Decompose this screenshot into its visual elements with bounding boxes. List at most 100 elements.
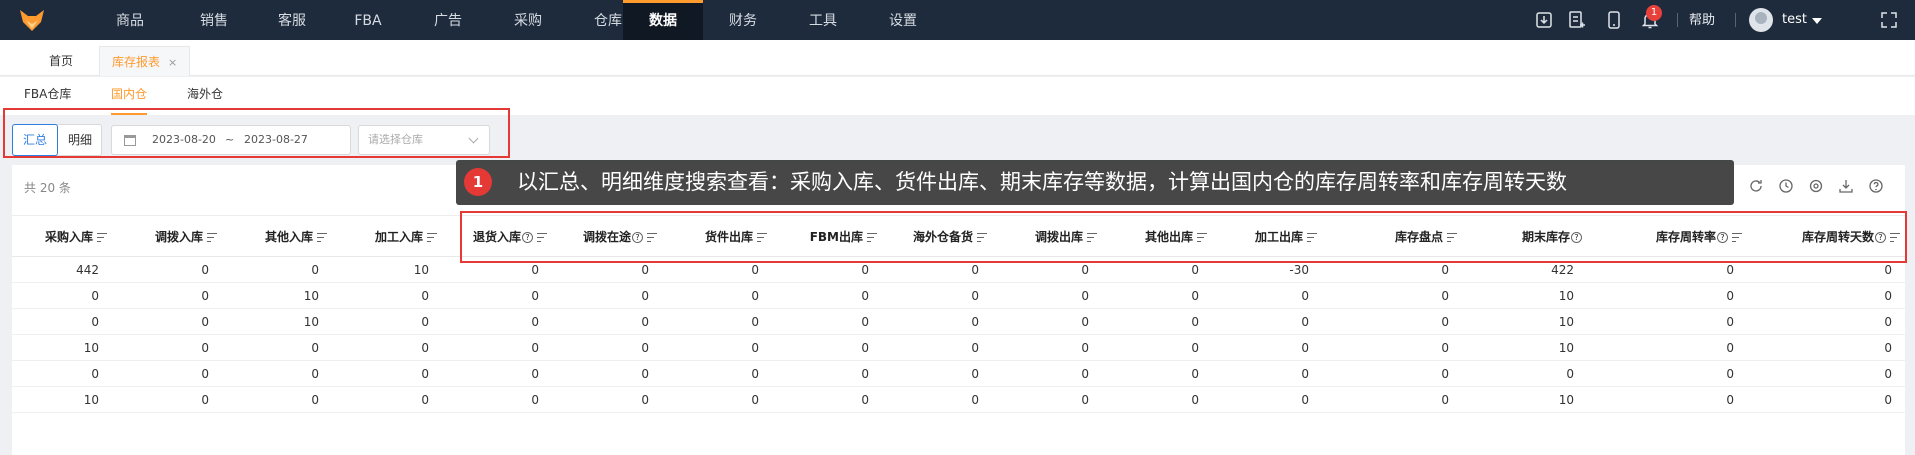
- user-name[interactable]: test: [1782, 0, 1807, 40]
- table-cell: 0: [1441, 315, 1449, 329]
- table-cell: 10: [303, 289, 319, 303]
- nav-item-ads[interactable]: 广告: [408, 0, 488, 40]
- download-icon[interactable]: [1534, 10, 1554, 30]
- table-cell: 0: [421, 367, 429, 381]
- help-link[interactable]: 帮助: [1689, 0, 1715, 42]
- help-circle-icon[interactable]: [1868, 178, 1884, 194]
- table-row: 0 0 0 0 0 0 0 0 0 0 0 0 0 0 0 0: [12, 361, 1905, 387]
- table-row: 0 0 10 0 0 0 0 0 0 0 0 0 0 10 0 0: [12, 309, 1905, 335]
- chevron-down-icon[interactable]: [1812, 18, 1822, 24]
- top-navbar: 商品 销售 客服 FBA 广告 采购 仓库 数据 财务 工具 设置 1 帮助 t…: [0, 0, 1915, 40]
- table-cell: 0: [1726, 393, 1734, 407]
- nav-item-service[interactable]: 客服: [256, 0, 328, 40]
- tab-label: 首页: [49, 54, 74, 68]
- table-cell: 0: [1884, 341, 1892, 355]
- export-icon[interactable]: [1838, 178, 1854, 194]
- table-cell: 0: [1081, 341, 1089, 355]
- table-cell: 0: [531, 315, 539, 329]
- columns-highlight-box: [460, 211, 1907, 263]
- table-cell: 442: [76, 263, 99, 277]
- sort-icon[interactable]: [427, 233, 437, 242]
- table-row: 10 0 0 0 0 0 0 0 0 0 0 0 0 10 0 0: [12, 387, 1905, 413]
- annotation-number: 1: [464, 168, 492, 196]
- table-cell: 10: [83, 341, 99, 355]
- table-cell: 0: [421, 393, 429, 407]
- table-cell: 0: [531, 393, 539, 407]
- column-header[interactable]: 其他入库: [217, 216, 327, 258]
- table-cell: 0: [201, 263, 209, 277]
- table-cell: 10: [1558, 315, 1574, 329]
- column-header[interactable]: 加工入库: [327, 216, 437, 258]
- task-list-icon[interactable]: [1566, 10, 1586, 30]
- table-cell: 0: [1726, 289, 1734, 303]
- table-cell: 0: [201, 289, 209, 303]
- table-cell: 0: [1301, 393, 1309, 407]
- table-cell: 0: [751, 341, 759, 355]
- table-cell: 0: [1726, 315, 1734, 329]
- table-row: 0 0 10 0 0 0 0 0 0 0 0 0 0 10 0 0: [12, 283, 1905, 309]
- table-cell: 0: [1726, 367, 1734, 381]
- column-header[interactable]: 采购入库: [12, 216, 107, 258]
- table-cell: 0: [1441, 367, 1449, 381]
- table-cell: 0: [531, 289, 539, 303]
- table-cell: 0: [971, 315, 979, 329]
- table-cell: 0: [1301, 341, 1309, 355]
- table-cell: 0: [861, 341, 869, 355]
- sort-icon[interactable]: [207, 233, 217, 242]
- table-cell: 0: [1081, 289, 1089, 303]
- fullscreen-icon[interactable]: [1879, 10, 1899, 30]
- table-cell: 0: [641, 393, 649, 407]
- table-cell: 0: [1884, 315, 1892, 329]
- table-cell: 0: [421, 315, 429, 329]
- avatar[interactable]: [1749, 8, 1773, 32]
- clock-icon[interactable]: [1778, 178, 1794, 194]
- table-cell: 0: [971, 393, 979, 407]
- sort-icon[interactable]: [97, 233, 107, 242]
- close-icon[interactable]: ×: [168, 56, 177, 69]
- tab-label: 库存报表: [112, 55, 161, 69]
- fox-logo-icon[interactable]: [19, 7, 45, 33]
- table-cell: 0: [641, 367, 649, 381]
- column-label: 其他入库: [264, 230, 313, 244]
- nav-item-finance[interactable]: 财务: [703, 0, 783, 40]
- nav-item-settings[interactable]: 设置: [863, 0, 943, 40]
- sort-icon[interactable]: [317, 233, 327, 242]
- tab-inventory-report[interactable]: 库存报表 ×: [99, 46, 191, 76]
- settings-icon[interactable]: [1808, 178, 1824, 194]
- nav-item-sales[interactable]: 销售: [172, 0, 256, 40]
- nav-item-tools[interactable]: 工具: [783, 0, 863, 40]
- table-cell: 10: [1558, 341, 1574, 355]
- record-count: 共 20 条: [24, 181, 71, 195]
- table-cell: 0: [311, 367, 319, 381]
- nav-item-purchase[interactable]: 采购: [488, 0, 568, 40]
- table-cell: 0: [1301, 315, 1309, 329]
- column-label: 加工入库: [374, 230, 423, 244]
- table-cell: 10: [1558, 393, 1574, 407]
- table-cell: 0: [1081, 315, 1089, 329]
- table-cell: 0: [861, 289, 869, 303]
- table-cell: 0: [421, 289, 429, 303]
- mobile-icon[interactable]: [1604, 10, 1624, 30]
- refresh-icon[interactable]: [1748, 178, 1764, 194]
- table-cell: 0: [1301, 367, 1309, 381]
- table-cell: 0: [1191, 289, 1199, 303]
- table-cell: 10: [303, 315, 319, 329]
- table-cell: 0: [1884, 367, 1892, 381]
- table-cell: 0: [531, 367, 539, 381]
- table-cell: 0: [1081, 367, 1089, 381]
- nav-item-products[interactable]: 商品: [88, 0, 172, 40]
- table-cell: 0: [1191, 393, 1199, 407]
- table-cell: 0: [201, 315, 209, 329]
- table-cell: 0: [1081, 393, 1089, 407]
- table-cell: 0: [971, 367, 979, 381]
- tab-home[interactable]: 首页: [37, 46, 85, 76]
- table-cell: 0: [1191, 367, 1199, 381]
- table-cell: 0: [1441, 393, 1449, 407]
- table-cell: 0: [641, 341, 649, 355]
- nav-item-data[interactable]: 数据: [623, 0, 703, 40]
- column-label: 调拨入库: [154, 230, 203, 244]
- table-cell: 0: [641, 289, 649, 303]
- table-cell: 0: [1726, 341, 1734, 355]
- column-header[interactable]: 调拨入库: [107, 216, 217, 258]
- nav-item-fba[interactable]: FBA: [328, 0, 408, 40]
